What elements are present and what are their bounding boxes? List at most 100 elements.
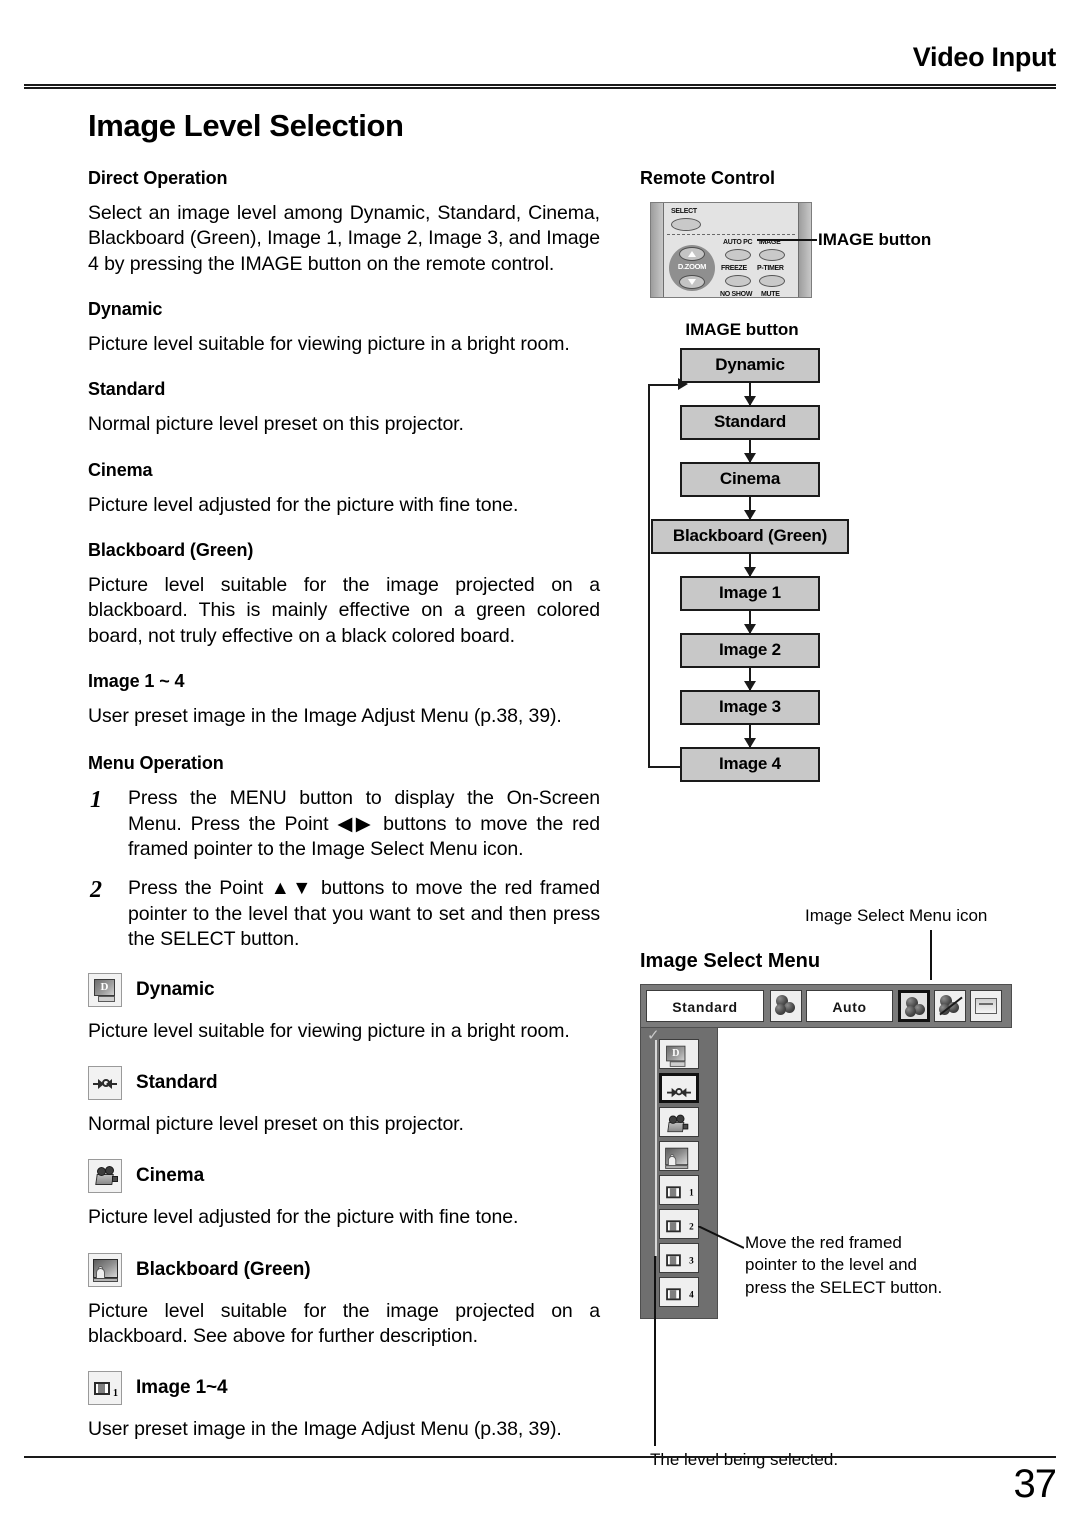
image-adjust-menu-icon[interactable] — [934, 990, 966, 1022]
image-select-menu-icon-callout: Image Select Menu icon — [805, 906, 988, 925]
step-number-2: 2 — [90, 877, 102, 904]
osd-level-list: D 1 2 3 4 — [640, 1028, 718, 1319]
direct-operation-intro: Select an image level among Dynamic, Sta… — [88, 202, 600, 275]
flow-node-image1: Image 1 — [680, 576, 820, 611]
image-button-callout-label: IMAGE button — [818, 230, 932, 249]
image-select-menu-heading: Image Select Menu — [640, 950, 821, 972]
remote-dzoom-pad[interactable]: D.ZOOM — [669, 245, 715, 291]
remote-button-freeze[interactable] — [725, 275, 751, 287]
osd-item-image4[interactable]: 4 — [659, 1277, 699, 1307]
page-number: 37 — [1013, 1462, 1057, 1506]
image-button-leader-line — [757, 239, 817, 241]
page-title: Image Level Selection — [88, 108, 404, 143]
level-heading-cinema: Cinema — [88, 459, 153, 480]
running-head: Video Input — [912, 42, 1057, 72]
level-desc-image1to4: User preset image in the Image Adjust Me… — [88, 705, 562, 728]
osd-item-image2[interactable]: 2 — [659, 1209, 699, 1239]
flow-arrow-1 — [744, 383, 756, 406]
osd-checkmark-icon: ✓ — [647, 1027, 660, 1044]
pointer-callout-leader-line — [698, 1226, 744, 1249]
remote-label-autopc: AUTO PC — [723, 239, 753, 246]
chevron-down-icon — [688, 279, 696, 285]
flow-arrow-2 — [744, 440, 756, 463]
osd-image1-number: 1 — [689, 1188, 694, 1199]
menu-step-1: 1 Press the MENU button to display the O… — [88, 786, 600, 862]
page-header: Video Input — [24, 44, 1056, 94]
level-heading-dynamic: Dynamic — [88, 299, 163, 320]
step-text-1: Press the MENU button to display the On-… — [128, 787, 600, 861]
flow-arrow-3 — [744, 497, 756, 520]
step-text-2: Press the Point ▲▼ buttons to move the r… — [128, 877, 600, 951]
direct-operation-heading: Direct Operation — [88, 168, 228, 188]
osd-auto-field[interactable]: Auto — [805, 990, 893, 1022]
flowchart-node-stack: Dynamic Standard Cinema Blackboard (Gree… — [640, 348, 860, 782]
menu-step-2: 2 Press the Point ▲▼ buttons to move the… — [88, 876, 600, 952]
menu-level-row-blackboard: Blackboard (Green) — [88, 1252, 600, 1287]
menu-level-label-image1to4: Image 1~4 — [136, 1377, 228, 1399]
flow-node-blackboard: Blackboard (Green) — [651, 519, 849, 554]
image-select-menu-icon[interactable] — [898, 990, 930, 1022]
screen-menu-icon[interactable] — [970, 990, 1002, 1022]
flow-node-dynamic: Dynamic — [680, 348, 820, 383]
flow-arrow-5 — [744, 611, 756, 634]
remote-button-select[interactable] — [671, 218, 701, 231]
osd-level-field[interactable]: Standard — [646, 990, 764, 1022]
menu-operation-heading: Menu Operation — [88, 753, 224, 774]
remote-button-ptimer[interactable] — [759, 275, 785, 287]
menu-level-label-blackboard: Blackboard (Green) — [136, 1258, 311, 1280]
remote-divider — [667, 234, 795, 235]
chevron-up-icon — [688, 251, 696, 257]
menu-level-desc-image1to4: User preset image in the Image Adjust Me… — [88, 1418, 562, 1441]
flowchart-title: IMAGE button — [685, 320, 799, 339]
flow-node-cinema: Cinema — [680, 462, 820, 497]
remote-right-edge — [798, 203, 811, 297]
remote-label-mute: MUTE — [761, 291, 780, 298]
step-number-1: 1 — [90, 787, 102, 814]
menu-level-row-image1to4: 1 Image 1~4 — [88, 1371, 600, 1406]
menu-level-desc-cinema: Picture level adjusted for the picture w… — [88, 1206, 519, 1229]
osd-image3-number: 3 — [689, 1256, 694, 1267]
flow-arrow-7 — [744, 725, 756, 748]
footer-rule — [24, 1456, 1056, 1458]
flow-node-standard: Standard — [680, 405, 820, 440]
level-desc-blackboard: Picture level suitable for the image pro… — [88, 574, 600, 647]
osd-item-cinema[interactable] — [659, 1107, 699, 1137]
flowchart-loopback-path — [648, 384, 682, 768]
dynamic-monitor-icon: D — [88, 972, 122, 1007]
flow-node-image4: Image 4 — [680, 747, 820, 782]
osd-item-dynamic[interactable]: D — [659, 1039, 699, 1069]
menu-level-desc-standard: Normal picture level preset on this proj… — [88, 1112, 464, 1135]
pointer-callout-label: Move the red framed pointer to the level … — [745, 1233, 943, 1297]
remote-label-select: SELECT — [671, 208, 697, 215]
osd-image4-number: 4 — [689, 1290, 694, 1301]
image-adjust-small-icon[interactable] — [769, 990, 802, 1022]
remote-button-image[interactable] — [759, 249, 785, 261]
osd-item-image3[interactable]: 3 — [659, 1243, 699, 1273]
osd-item-standard[interactable] — [659, 1073, 699, 1103]
flow-node-image2: Image 2 — [680, 633, 820, 668]
level-desc-standard: Normal picture level preset on this proj… — [88, 413, 464, 436]
menu-level-row-cinema: Cinema — [88, 1159, 600, 1194]
osd-image2-number: 2 — [689, 1222, 694, 1233]
remote-left-edge — [651, 203, 664, 297]
cinema-camera-icon — [88, 1159, 122, 1194]
menu-level-desc-blackboard: Picture level suitable for the image pro… — [88, 1299, 600, 1347]
osd-top-bar: Standard Auto — [640, 984, 1012, 1028]
image-select-menu-icon-leader-line — [930, 930, 932, 980]
flow-arrow-6 — [744, 668, 756, 691]
flow-node-image3: Image 3 — [680, 690, 820, 725]
level-heading-blackboard: Blackboard (Green) — [88, 540, 254, 561]
header-rule — [24, 84, 1056, 89]
osd-item-blackboard[interactable] — [659, 1141, 699, 1171]
menu-level-row-dynamic: D Dynamic — [88, 972, 600, 1007]
image-number-icon: 1 — [88, 1371, 122, 1406]
remote-button-autopc[interactable] — [725, 249, 751, 261]
remote-label-noshow: NO SHOW — [720, 291, 753, 298]
remote-control-heading: Remote Control — [640, 168, 775, 188]
blackboard-icon — [88, 1252, 122, 1287]
flowchart-loopback-stub-top — [678, 383, 684, 385]
remote-control-photo: SELECT D.ZOOM AUTO PC IMAGE FREEZE P-TIM… — [650, 202, 812, 298]
remote-label-ptimer: P-TIMER — [757, 265, 784, 272]
osd-item-image1[interactable]: 1 — [659, 1175, 699, 1205]
remote-label-dzoom: D.ZOOM — [677, 262, 707, 271]
